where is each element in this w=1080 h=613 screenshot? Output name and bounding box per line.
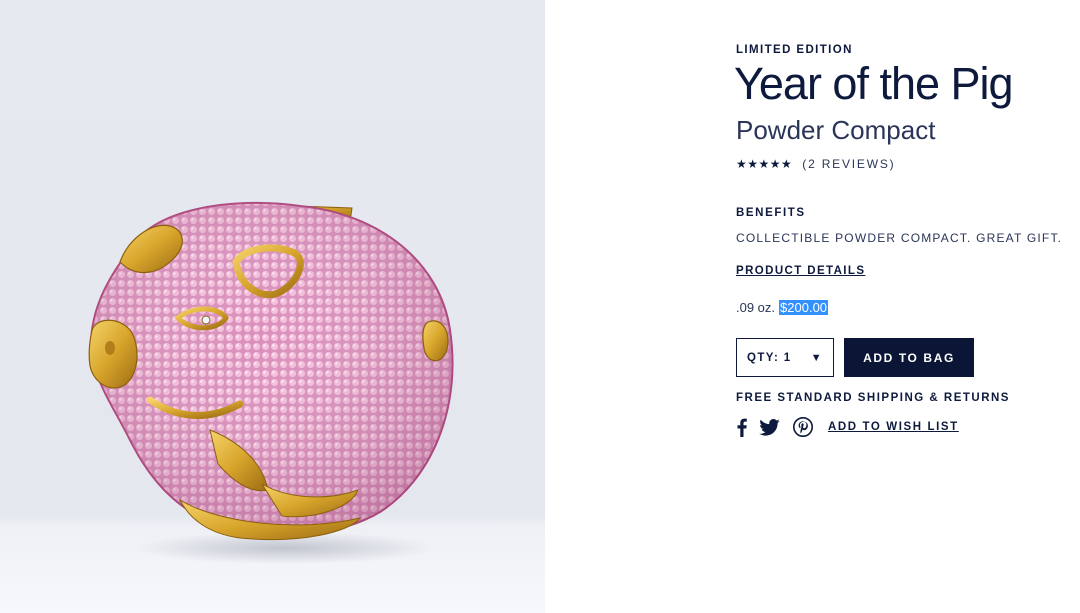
product-info: LIMITED EDITION Year of the Pig Powder C… [734,0,1080,613]
benefits-text: COLLECTIBLE POWDER COMPACT. GREAT GIFT. [736,231,1063,245]
product-price: $200.00 [779,300,829,315]
product-size: .09 oz. [736,300,776,315]
twitter-icon[interactable] [758,416,780,438]
add-to-bag-button[interactable]: ADD TO BAG [844,338,974,377]
product-details-link[interactable]: PRODUCT DETAILS [736,265,865,277]
product-subtitle: Powder Compact [736,115,936,145]
product-page: LIMITED EDITION Year of the Pig Powder C… [0,0,1080,613]
social-share-row: ADD TO WISH LIST [736,416,959,438]
limited-edition-label: LIMITED EDITION [736,44,853,56]
pig-compact-image [88,201,454,564]
reviews-count-link[interactable]: (2 REVIEWS) [802,157,895,171]
rating-stars: ★★★★★ [736,157,793,171]
price-line: .09 oz. $200.00 [736,300,829,315]
quantity-select[interactable]: QTY: 1 ▼ [736,338,834,377]
facebook-icon[interactable] [736,416,748,438]
pinterest-icon[interactable] [792,416,814,438]
chevron-down-icon: ▼ [810,351,823,364]
rating-row[interactable]: ★★★★★ (2 REVIEWS) [736,157,895,171]
product-image-panel [0,0,545,613]
product-title: Year of the Pig [734,58,1014,109]
shipping-notice: FREE STANDARD SHIPPING & RETURNS [736,392,1010,404]
add-to-wish-list-link[interactable]: ADD TO WISH LIST [828,421,959,433]
quantity-value: QTY: 1 [747,351,792,364]
benefits-heading: BENEFITS [736,207,806,219]
